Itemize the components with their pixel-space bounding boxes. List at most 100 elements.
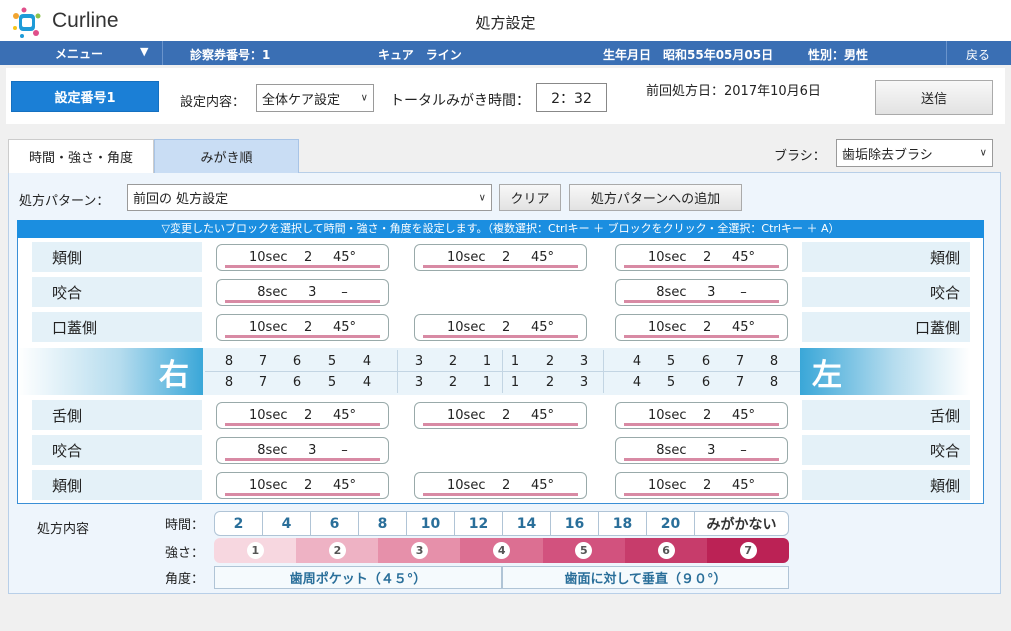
angle-option-45[interactable]: 歯周ポケット（４５°） [214, 566, 502, 589]
row-label-upper-buccal-left: 頬側 [802, 242, 970, 272]
tooth-number: 3 [579, 375, 589, 390]
birthdate: 生年月日 昭和55年05月05日 [603, 48, 774, 62]
time-option-7[interactable]: 16 [550, 511, 599, 536]
time-options: 2 4 6 8 10 12 14 16 18 20 みがかない [214, 511, 789, 536]
tooth-number: 5 [666, 375, 676, 390]
block-upper-buccal-left[interactable]: 10sec 2 45° [615, 244, 788, 271]
menu-button[interactable]: メニュー [55, 45, 103, 62]
strength-option-7[interactable]: 7 [706, 538, 790, 563]
strength-option-2[interactable]: 2 [296, 538, 379, 563]
block-lower-occlusal-right[interactable]: 8sec 3 – [216, 437, 389, 464]
time-option-2[interactable]: 6 [310, 511, 359, 536]
tooth-number: 7 [258, 375, 268, 390]
strength-label: 強さ： [165, 546, 205, 561]
tooth-number: 1 [510, 375, 520, 390]
strength-value: 5 [575, 542, 593, 559]
block-lower-buccal-right[interactable]: 10sec 2 45° [216, 472, 389, 499]
tooth-number: 6 [701, 354, 711, 369]
tooth-number: 7 [735, 354, 745, 369]
block-upper-occlusal-left[interactable]: 8sec 3 – [615, 279, 788, 306]
angle-option-90[interactable]: 歯面に対して垂直（９０°） [502, 566, 789, 589]
tooth-number: 3 [414, 354, 424, 369]
time-option-8[interactable]: 18 [598, 511, 647, 536]
add-to-pattern-button[interactable]: 処方パターンへの追加 [569, 184, 742, 211]
strength-option-4[interactable]: 4 [460, 538, 544, 563]
left-side-label: 左 [800, 348, 970, 395]
brush-select[interactable]: 歯垢除去ブラシ ∨ [836, 139, 993, 167]
pattern-label: 処方パターン： [19, 194, 110, 209]
block-upper-occlusal-right[interactable]: 8sec 3 – [216, 279, 389, 306]
block-palatal-front[interactable]: 10sec 2 45° [414, 314, 587, 341]
exam-number: 診察券番号：1 [190, 48, 271, 62]
strength-value: 6 [657, 542, 675, 559]
time-option-4[interactable]: 10 [406, 511, 455, 536]
total-time-field[interactable]: 2：32 [536, 83, 607, 112]
tooth-number: 6 [701, 375, 711, 390]
tooth-number: 4 [362, 354, 372, 369]
strength-option-3[interactable]: 3 [378, 538, 461, 563]
time-option-5[interactable]: 12 [454, 511, 503, 536]
block-lingual-right[interactable]: 10sec 2 45° [216, 402, 389, 429]
row-label-lower-buccal-left: 頬側 [802, 470, 970, 500]
block-upper-buccal-front[interactable]: 10sec 2 45° [414, 244, 587, 271]
strength-option-1[interactable]: 1 [214, 538, 297, 563]
block-lingual-front[interactable]: 10sec 2 45° [414, 402, 587, 429]
clear-button[interactable]: クリア [499, 184, 561, 211]
tooth-number: 1 [482, 375, 492, 390]
block-lower-buccal-front[interactable]: 10sec 2 45° [414, 472, 587, 499]
block-palatal-right[interactable]: 10sec 2 45° [216, 314, 389, 341]
strength-value: 1 [246, 542, 264, 559]
strength-option-5[interactable]: 5 [542, 538, 626, 563]
block-palatal-left[interactable]: 10sec 2 45° [615, 314, 788, 341]
page-title: 処方設定 [475, 14, 536, 32]
back-button[interactable]: 戻る [966, 46, 990, 63]
row-label-lower-occlusal-left: 咬合 [802, 435, 970, 465]
tooth-number: 8 [769, 354, 779, 369]
tooth-number: 3 [414, 375, 424, 390]
tooth-number: 4 [362, 375, 372, 390]
total-time-label: トータルみがき時間： [390, 93, 530, 109]
row-label-lower-buccal-right: 頬側 [32, 470, 202, 500]
tooth-number: 5 [327, 375, 337, 390]
block-lower-buccal-left[interactable]: 10sec 2 45° [615, 472, 788, 499]
tooth-number: 1 [482, 354, 492, 369]
chevron-down-icon: ∨ [360, 92, 368, 104]
menu-dropdown-icon[interactable]: ▼ [140, 45, 148, 58]
tooth-number: 2 [545, 354, 555, 369]
tab-brushing-order[interactable]: みがき順 [154, 139, 299, 173]
patient-info-bar: メニュー ▼ 診察券番号：1 キュア ライン 生年月日 昭和55年05月05日 … [0, 41, 1011, 65]
block-lingual-left[interactable]: 10sec 2 45° [615, 402, 788, 429]
strength-options: 1 2 3 4 5 6 7 [214, 538, 790, 563]
pattern-select[interactable]: 前回の 処方設定 ∨ [127, 184, 492, 211]
brush-label: ブラシ： [774, 149, 826, 164]
menu-label: メニュー [55, 47, 104, 61]
time-option-3[interactable]: 8 [358, 511, 407, 536]
time-option-0[interactable]: 2 [214, 511, 263, 536]
block-upper-buccal-right[interactable]: 10sec 2 45° [216, 244, 389, 271]
row-label-lingual-left: 舌側 [802, 400, 970, 430]
row-label-upper-buccal-right: 頬側 [32, 242, 202, 272]
gender: 性別：男性 [808, 48, 869, 62]
block-lower-occlusal-left[interactable]: 8sec 3 – [615, 437, 788, 464]
tooth-number: 6 [292, 354, 302, 369]
setting-number-button[interactable]: 設定番号1 [11, 81, 159, 112]
tab-time-strength-angle[interactable]: 時間・強さ・角度 [8, 139, 154, 173]
time-label: 時間： [165, 518, 205, 533]
row-label-palatal-right: 口蓋側 [32, 312, 202, 342]
previous-prescription-date: 前回処方日：2017年10月6日 [646, 84, 821, 99]
send-button[interactable]: 送信 [875, 80, 993, 115]
time-option-1[interactable]: 4 [262, 511, 311, 536]
time-option-10[interactable]: みがかない [694, 511, 789, 536]
patient-name: キュア ライン [378, 48, 462, 62]
tooth-number: 2 [448, 375, 458, 390]
time-option-6[interactable]: 14 [502, 511, 551, 536]
setting-content-select[interactable]: 全体ケア設定 ∨ [256, 84, 374, 112]
strength-option-6[interactable]: 6 [624, 538, 708, 563]
tooth-number: 2 [448, 354, 458, 369]
tooth-number: 5 [666, 354, 676, 369]
row-label-lower-occlusal-right: 咬合 [32, 435, 202, 465]
tooth-number: 4 [632, 375, 642, 390]
tooth-number: 8 [224, 375, 234, 390]
time-option-9[interactable]: 20 [646, 511, 695, 536]
row-label-upper-occlusal-right: 咬合 [32, 277, 202, 307]
